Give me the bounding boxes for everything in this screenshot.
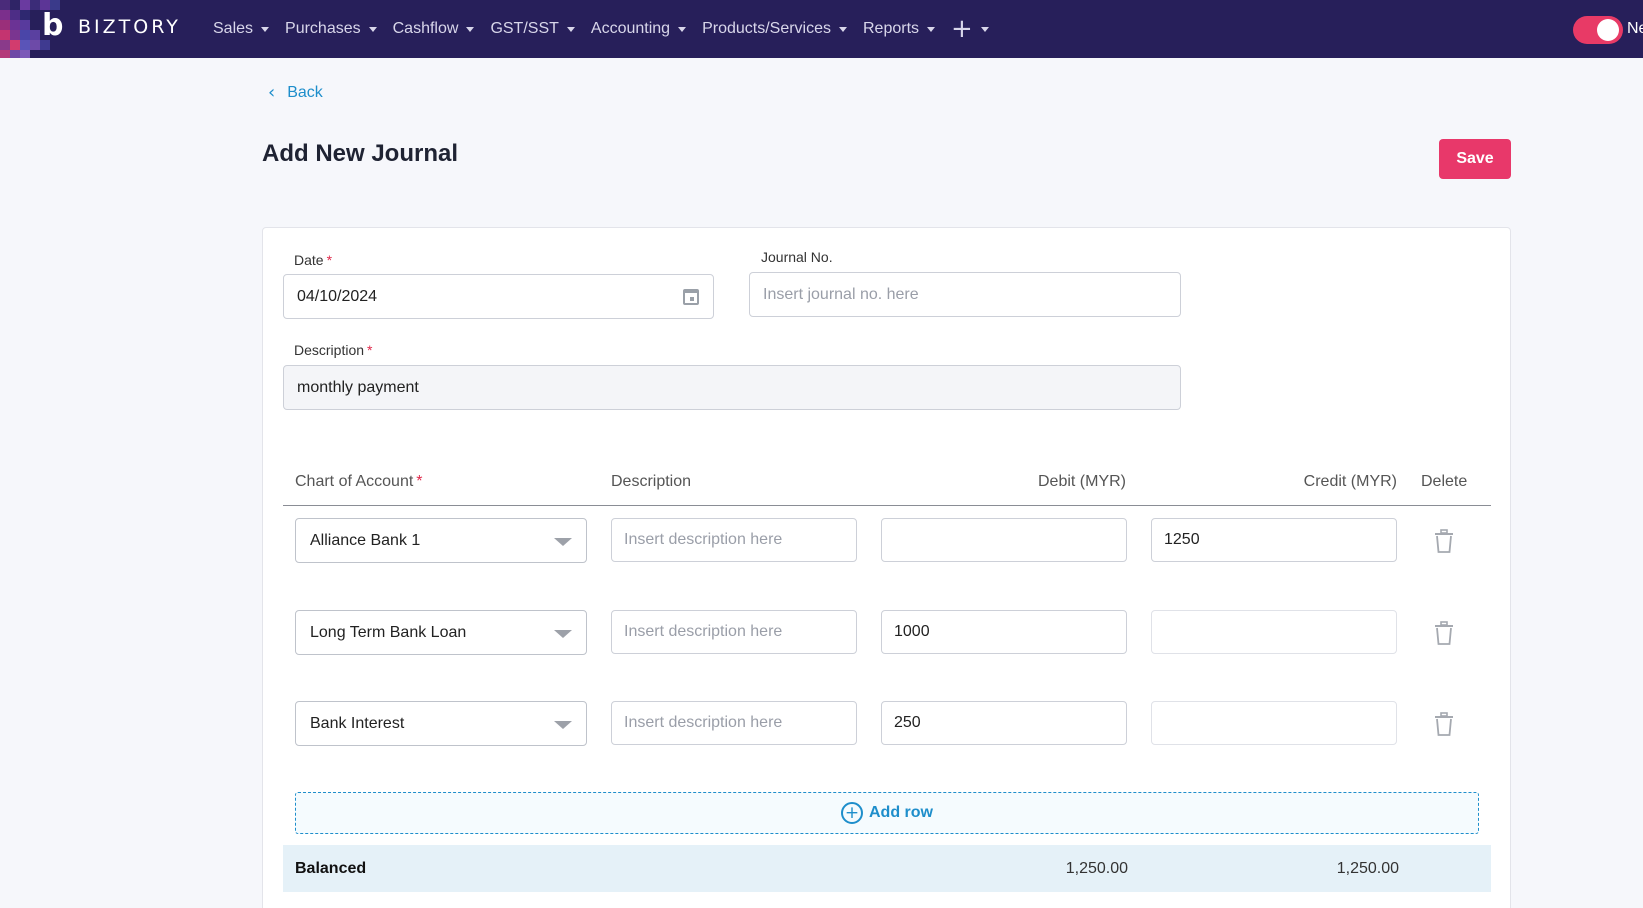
account-select[interactable]: Long Term Bank Loan — [295, 610, 587, 655]
description-label: Description * — [294, 342, 372, 358]
nav-item-label: Purchases — [285, 20, 361, 37]
balance-status: Balanced — [295, 860, 367, 877]
caret-down-icon — [566, 26, 575, 32]
page-title: Add New Journal — [262, 140, 459, 167]
nav-item-add-new[interactable]: + — [951, 14, 989, 44]
trash-icon[interactable] — [1433, 621, 1455, 645]
description-input[interactable]: monthly payment — [283, 365, 1181, 410]
table-header-divider — [283, 505, 1491, 506]
brand-name: BIZTORY — [78, 16, 181, 38]
required-mark: * — [416, 473, 423, 490]
dropdown-arrow-icon — [554, 630, 572, 638]
nav-item-accounting[interactable]: Accounting — [590, 20, 687, 38]
description-value: monthly payment — [297, 378, 419, 396]
debit-value: 1000 — [894, 623, 930, 640]
required-mark: * — [326, 252, 333, 268]
nav-item-cashflow[interactable]: Cashflow — [393, 20, 475, 38]
column-header-account: Chart of Account * — [295, 473, 423, 491]
row-description-placeholder: Insert description here — [624, 623, 783, 640]
journal-no-placeholder: Insert journal no. here — [763, 285, 919, 303]
calendar-icon[interactable] — [683, 289, 699, 305]
debit-value: 250 — [894, 714, 921, 731]
caret-down-icon — [466, 26, 475, 32]
account-value: Bank Interest — [310, 714, 405, 732]
mode-toggle[interactable] — [1573, 16, 1623, 44]
nav-item-label: Reports — [863, 20, 920, 37]
add-row-button[interactable]: + Add row — [295, 792, 1479, 834]
date-label: Date * — [294, 252, 332, 268]
nav-item-products-services[interactable]: Products/Services — [702, 20, 847, 38]
row-description-placeholder: Insert description here — [624, 531, 783, 548]
row-description-input[interactable]: Insert description here — [611, 610, 857, 654]
brand-mark-icon: b — [42, 8, 64, 43]
credit-total: 1,250.00 — [1336, 860, 1399, 877]
debit-total: 1,250.00 — [1065, 860, 1128, 877]
caret-down-icon — [368, 26, 377, 32]
date-value: 04/10/2024 — [297, 287, 378, 305]
chevron-left-icon: ‹ — [268, 82, 276, 103]
dropdown-arrow-icon — [554, 538, 572, 546]
caret-down-icon — [980, 26, 989, 32]
caret-down-icon — [678, 26, 687, 32]
back-link[interactable]: ‹ Back — [268, 84, 323, 102]
column-header-credit: Credit (MYR) — [1303, 473, 1397, 490]
plus-circle-icon: + — [841, 802, 863, 824]
top-navigation-bar: b BIZTORY Sales Purchases Cashflow GST/S… — [0, 0, 1643, 58]
plus-icon: + — [951, 14, 973, 44]
back-label: Back — [287, 84, 323, 101]
description-label-text: Description — [294, 342, 365, 358]
brand-logo[interactable]: b BIZTORY — [42, 8, 181, 43]
main-menu: Sales Purchases Cashflow GST/SST Account… — [213, 0, 1005, 58]
nav-item-label: Cashflow — [392, 20, 459, 37]
column-header-account-text: Chart of Account — [295, 473, 414, 490]
journal-no-label: Journal No. — [761, 249, 833, 265]
caret-down-icon — [839, 26, 847, 32]
add-row-label: Add row — [869, 804, 933, 821]
nav-item-label: Accounting — [590, 20, 671, 37]
save-button[interactable]: Save — [1439, 139, 1511, 179]
credit-input[interactable] — [1151, 610, 1397, 654]
account-value: Long Term Bank Loan — [310, 623, 467, 641]
column-header-description: Description — [611, 473, 692, 490]
balance-summary-row: Balanced 1,250.00 1,250.00 — [283, 845, 1491, 892]
journal-form-card: Date * 04/10/2024 Journal No. Insert jour… — [262, 227, 1511, 908]
nav-item-label: Sales — [213, 20, 254, 37]
date-label-text: Date — [294, 252, 324, 268]
journal-no-input[interactable]: Insert journal no. here — [749, 272, 1181, 317]
nav-item-sales[interactable]: Sales — [213, 20, 270, 38]
account-select[interactable]: Bank Interest — [295, 701, 587, 746]
row-description-input[interactable]: Insert description here — [611, 518, 857, 562]
column-header-delete: Delete — [1421, 473, 1468, 490]
row-description-placeholder: Insert description here — [624, 714, 783, 731]
column-header-debit: Debit (MYR) — [1037, 473, 1126, 490]
dropdown-arrow-icon — [554, 721, 572, 729]
account-select[interactable]: Alliance Bank 1 — [295, 518, 587, 563]
credit-input[interactable] — [1151, 701, 1397, 745]
toggle-label: Ne — [1627, 20, 1643, 37]
nav-item-label: Products/Services — [702, 20, 831, 37]
credit-input[interactable]: 1250 — [1151, 518, 1397, 562]
trash-icon[interactable] — [1433, 529, 1455, 553]
required-mark: * — [367, 342, 373, 358]
debit-input[interactable]: 250 — [881, 701, 1127, 745]
nav-item-reports[interactable]: Reports — [863, 20, 936, 38]
caret-down-icon — [261, 26, 270, 32]
row-description-input[interactable]: Insert description here — [611, 701, 857, 745]
credit-value: 1250 — [1164, 531, 1200, 548]
toggle-knob — [1597, 19, 1619, 41]
debit-input[interactable]: 1000 — [881, 610, 1127, 654]
nav-item-label: GST/SST — [490, 20, 559, 37]
caret-down-icon — [927, 26, 936, 32]
nav-item-purchases[interactable]: Purchases — [285, 20, 377, 38]
debit-input[interactable] — [881, 518, 1127, 562]
date-field[interactable]: 04/10/2024 — [283, 274, 714, 319]
nav-item-gst-sst[interactable]: GST/SST — [490, 20, 575, 38]
account-value: Alliance Bank 1 — [310, 531, 421, 549]
trash-icon[interactable] — [1433, 712, 1455, 736]
